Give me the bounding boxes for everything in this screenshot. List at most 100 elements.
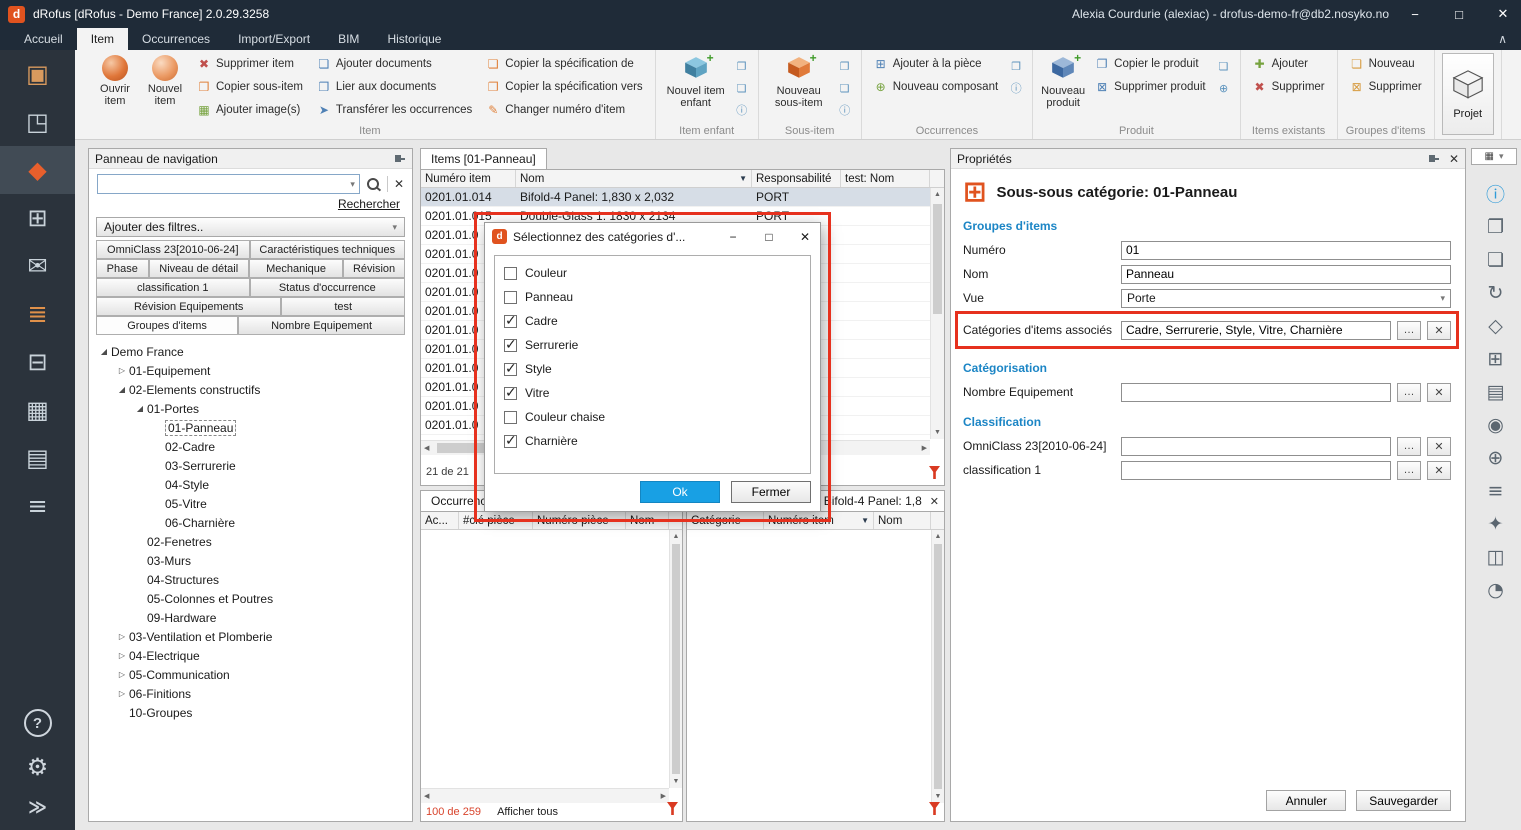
omniclass-browse-button[interactable]: … <box>1397 437 1421 456</box>
tree-expander-icon[interactable]: ▷ <box>115 651 129 660</box>
categories-input[interactable] <box>1121 321 1391 340</box>
cancel-button[interactable]: Annuler <box>1266 790 1346 811</box>
ribbon-small-button[interactable]: ❐ Copier sous-item <box>192 76 308 98</box>
tree-node[interactable]: 01-Panneau <box>91 418 410 437</box>
fermer-button[interactable]: Fermer <box>731 481 811 503</box>
filter-tab[interactable]: test <box>281 297 405 316</box>
ribbon-small-button[interactable]: ✎ Changer numéro d'item <box>481 99 647 121</box>
documents-icon[interactable]: ▤ <box>1476 375 1516 408</box>
scroll-left-icon[interactable]: ◀ <box>424 441 429 455</box>
new-subitem-button[interactable]: + Nouveau sous-item <box>766 53 832 109</box>
column-header[interactable]: Responsabilité <box>752 170 841 187</box>
category-checkbox-row[interactable]: Panneau <box>495 285 810 309</box>
categories-clear-button[interactable]: ✕ <box>1427 321 1451 340</box>
scroll-up-icon[interactable]: ▲ <box>934 188 941 201</box>
tree-node[interactable]: 03-Serrurerie <box>91 456 410 475</box>
scroll-down-icon[interactable]: ▼ <box>935 790 942 803</box>
checkbox-icon[interactable] <box>504 339 517 352</box>
column-header[interactable]: Ac... <box>421 512 459 529</box>
ribbon-mini-button[interactable]: ⓘ <box>733 101 751 119</box>
column-header[interactable]: Nom <box>874 512 931 529</box>
menu-tab-item[interactable]: Item <box>77 28 128 50</box>
tree-expander-icon[interactable]: ▷ <box>115 670 129 679</box>
responsibilities-icon[interactable]: ❏ <box>1476 243 1516 276</box>
scroll-right-icon[interactable]: ▶ <box>922 441 927 455</box>
report-icon[interactable] <box>929 466 940 479</box>
ribbon-small-button[interactable]: ❐ Lier aux documents <box>312 76 477 98</box>
info-icon[interactable]: ⓘ <box>1476 177 1516 210</box>
filter-tab[interactable]: Caractéristiques techniques <box>250 240 405 259</box>
item-row[interactable]: 0201.01.014 Bifold-4 Panel: 1,830 x 2,03… <box>421 188 944 207</box>
search-box[interactable]: ▾ <box>97 174 360 194</box>
filter-tab[interactable]: Niveau de détail <box>149 259 249 278</box>
tree-node[interactable]: 02-Cadre <box>91 437 410 456</box>
checkbox-icon[interactable] <box>504 435 517 448</box>
sidebar-finance-button[interactable]: ≣ <box>0 290 75 338</box>
ribbon-mini-button[interactable]: ❏ <box>836 79 854 97</box>
show-all-link[interactable]: Afficher tous <box>497 806 558 818</box>
category-checkbox-row[interactable]: Couleur chaise <box>495 405 810 429</box>
minimize-button[interactable]: − <box>1397 0 1433 28</box>
column-header[interactable]: Catégorie <box>687 512 764 529</box>
tree-node[interactable]: ◢ Demo France <box>91 342 410 361</box>
sidebar-item-export-button[interactable]: ◳ <box>0 98 75 146</box>
close-button[interactable]: ✕ <box>1485 0 1521 28</box>
tree-node[interactable]: ▷ 03-Ventilation et Plomberie <box>91 627 410 646</box>
omniclass-clear-button[interactable]: ✕ <box>1427 437 1451 456</box>
categories-browse-button[interactable]: … <box>1397 321 1421 340</box>
column-header[interactable]: #clé pièce <box>459 512 533 529</box>
category-checkbox-row[interactable]: Vitre <box>495 381 810 405</box>
sidebar-catalog-button[interactable]: ▤ <box>0 434 75 482</box>
ribbon-small-button[interactable]: ⊠ Supprimer <box>1345 76 1427 98</box>
sidebar-attachments-button[interactable]: ✉ <box>0 242 75 290</box>
dialog-maximize-button[interactable]: □ <box>754 223 784 250</box>
tree-expander-icon[interactable]: ◢ <box>133 404 147 413</box>
ribbon-mini-button[interactable]: ❐ <box>1007 57 1025 75</box>
ribbon-mini-button[interactable]: ❐ <box>733 57 751 75</box>
sidebar-reports-button[interactable]: ≡ <box>0 482 75 530</box>
scrollbar-thumb[interactable] <box>933 204 942 314</box>
tree-node[interactable]: 05-Vitre <box>91 494 410 513</box>
pin-icon[interactable] <box>394 153 406 165</box>
category-checkbox-row[interactable]: Charnière <box>495 429 810 453</box>
ribbon-small-button[interactable]: ❐ Copier le produit <box>1090 53 1210 75</box>
dialog-minimize-button[interactable]: − <box>718 223 748 250</box>
scroll-up-icon[interactable]: ▲ <box>673 530 680 543</box>
tree-node[interactable]: 06-Charnière <box>91 513 410 532</box>
help-button[interactable]: ? <box>24 709 52 737</box>
category-checkbox-row[interactable]: Couleur <box>495 261 810 285</box>
tree-node[interactable]: 02-Fenetres <box>91 532 410 551</box>
ribbon-mini-button[interactable]: ❏ <box>733 79 751 97</box>
rotate-3d-icon[interactable]: ↻ <box>1476 276 1516 309</box>
tree-node[interactable]: 05-Colonnes et Poutres <box>91 589 410 608</box>
column-header[interactable]: Nom ▼ <box>516 170 752 187</box>
tree-node[interactable]: ▷ 05-Communication <box>91 665 410 684</box>
vertical-scrollbar[interactable]: ▲ ▼ <box>931 530 944 803</box>
ribbon-mini-button[interactable]: ⊕ <box>1215 79 1233 97</box>
category-checkbox-row[interactable]: Serrurerie <box>495 333 810 357</box>
maximize-button[interactable]: □ <box>1441 0 1477 28</box>
nombre-equipement-input[interactable] <box>1121 383 1391 402</box>
projet-button[interactable]: Projet <box>1442 53 1494 135</box>
numero-input[interactable] <box>1121 241 1451 260</box>
column-filter-icon[interactable]: ▼ <box>739 174 747 183</box>
ribbon-small-button[interactable]: ⊞ Ajouter à la pièce <box>869 53 1003 75</box>
ribbon-small-button[interactable]: ➤ Transférer les occurrences <box>312 99 477 121</box>
sidebar-items-button[interactable]: ▣ <box>0 50 75 98</box>
ribbon-small-button[interactable]: ❏ Copier la spécification de <box>481 53 647 75</box>
tree-node[interactable]: ▷ 06-Finitions <box>91 684 410 703</box>
nom-input[interactable] <box>1121 265 1451 284</box>
tree-expander-icon[interactable]: ▷ <box>115 689 129 698</box>
menu-tab-accueil[interactable]: Accueil <box>10 28 77 50</box>
sidebar-shapes-button[interactable]: ◆ <box>0 146 75 194</box>
history-icon[interactable]: ◔ <box>1476 573 1516 606</box>
components-icon[interactable]: ⊞ <box>1476 342 1516 375</box>
ribbon-mini-button[interactable]: ⓘ <box>836 101 854 119</box>
filter-tab[interactable]: Révision <box>343 259 405 278</box>
packages-icon[interactable]: ◫ <box>1476 540 1516 573</box>
checkbox-icon[interactable] <box>504 411 517 424</box>
filter-tab[interactable]: Mechanique <box>249 259 343 278</box>
ribbon-mini-button[interactable]: ❏ <box>1215 57 1233 75</box>
column-header[interactable]: Numéro item <box>421 170 516 187</box>
tree-expander-icon[interactable]: ▷ <box>115 366 129 375</box>
